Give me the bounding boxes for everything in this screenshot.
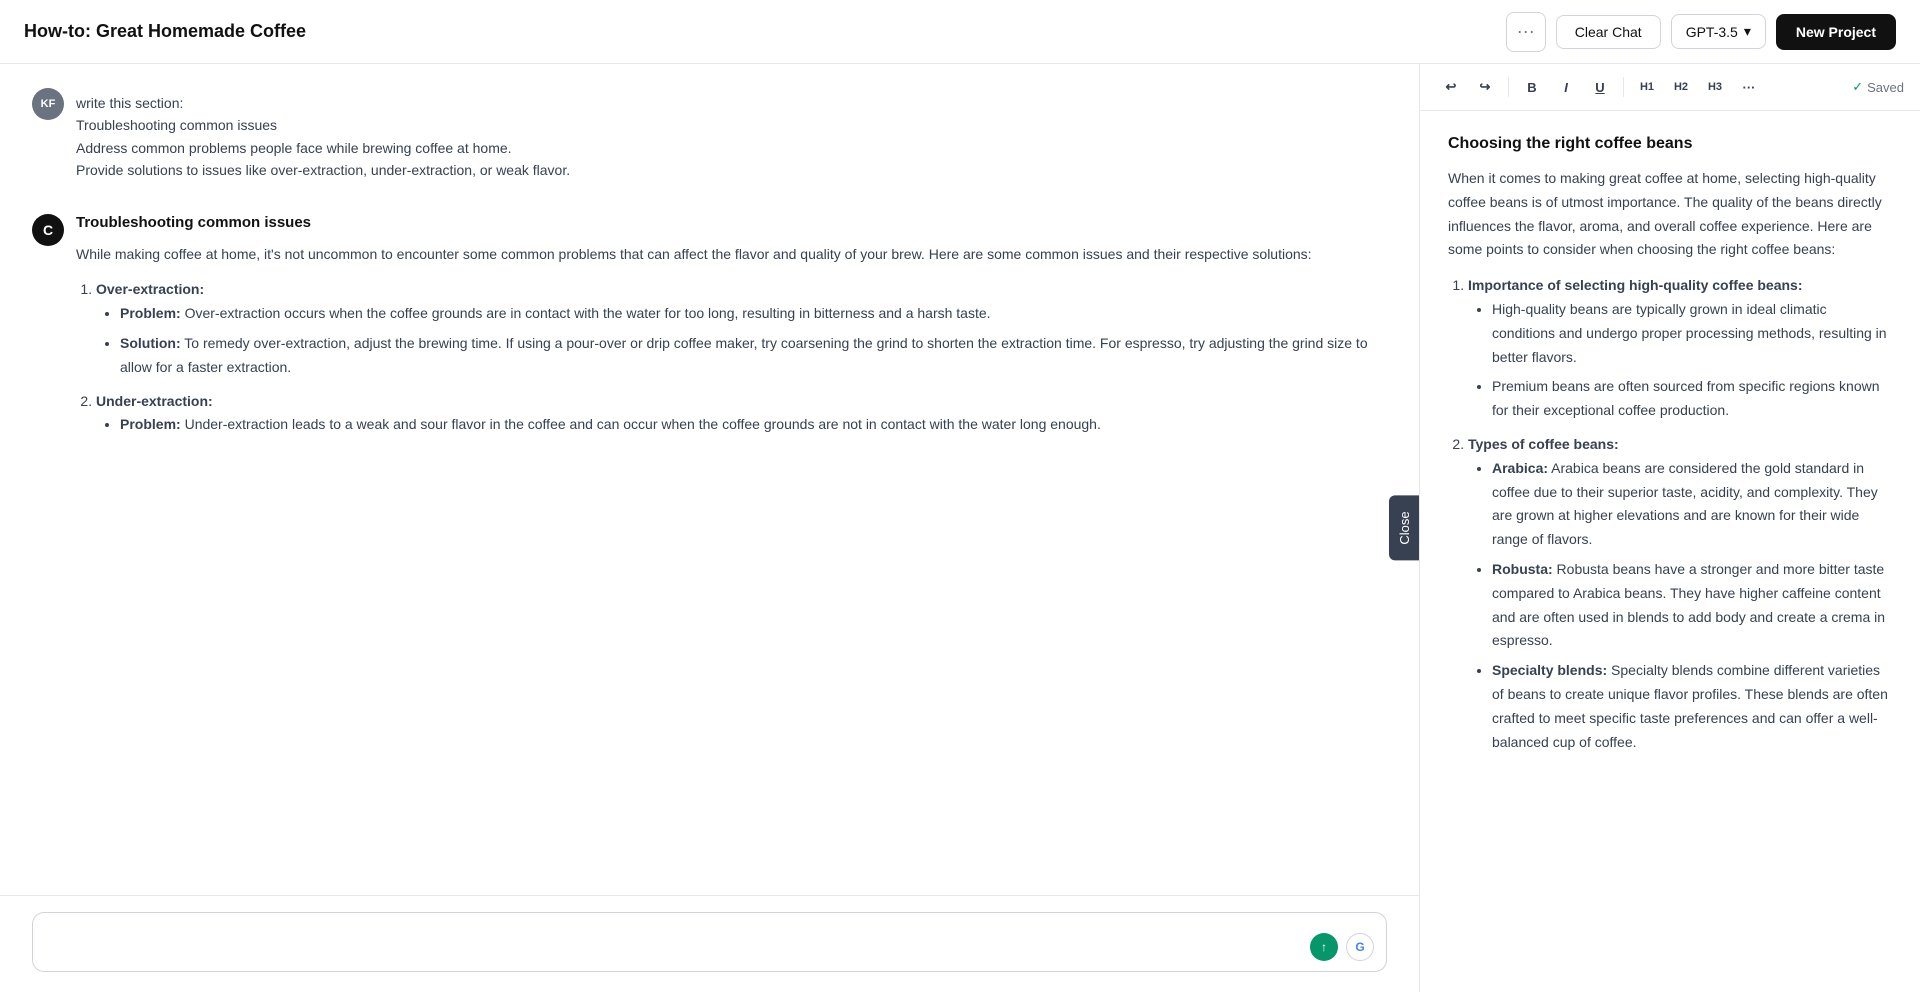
editor-bullets: High-quality beans are typically grown i… xyxy=(1468,298,1892,423)
h1-button[interactable]: H1 xyxy=(1632,72,1662,102)
chat-input-icons: ↑ G xyxy=(1310,933,1374,961)
list-heading: Under-extraction: xyxy=(96,393,213,409)
toolbar-separator xyxy=(1508,77,1509,97)
list-item: Under-extraction: Problem: Under-extract… xyxy=(96,390,1387,438)
saved-check-icon: ✓ xyxy=(1852,79,1863,95)
more-options-button[interactable]: ··· xyxy=(1506,12,1546,52)
header-actions: ··· Clear Chat GPT-3.5 ▾ New Project xyxy=(1506,12,1896,52)
list-heading: Over-extraction: xyxy=(96,281,204,297)
editor-panel: ↩ ↪ B I U H1 H2 H3 ··· ✓ Saved Choosing … xyxy=(1420,64,1920,992)
user-text: write this section: Troubleshooting comm… xyxy=(76,88,570,182)
g-icon: G xyxy=(1355,940,1364,954)
ai-section-title: Troubleshooting common issues xyxy=(76,214,1387,231)
saved-label: Saved xyxy=(1867,80,1904,95)
ai-avatar: C xyxy=(32,214,64,246)
section-heading: Importance of selecting high-quality cof… xyxy=(1468,277,1803,293)
ai-message: C Troubleshooting common issues While ma… xyxy=(32,214,1387,448)
redo-button[interactable]: ↪ xyxy=(1470,72,1500,102)
list-item: Over-extraction: Problem: Over-extractio… xyxy=(96,278,1387,379)
section-heading: Types of coffee beans: xyxy=(1468,436,1619,452)
chat-panel: KF write this section: Troubleshooting c… xyxy=(0,64,1420,992)
avatar: KF xyxy=(32,88,64,120)
under-extraction-list: Problem: Under-extraction leads to a wea… xyxy=(96,413,1387,437)
editor-section-item: Types of coffee beans: Arabica: Arabica … xyxy=(1468,433,1892,754)
h3-button[interactable]: H3 xyxy=(1700,72,1730,102)
close-tab-label: Close xyxy=(1397,511,1412,544)
close-panel-tab[interactable]: Close xyxy=(1389,495,1420,560)
editor-heading: Choosing the right coffee beans xyxy=(1448,135,1892,153)
chevron-down-icon: ▾ xyxy=(1744,23,1751,40)
new-project-button[interactable]: New Project xyxy=(1776,14,1896,50)
list-item: Specialty blends: Specialty blends combi… xyxy=(1492,659,1892,754)
list-item: Premium beans are often sourced from spe… xyxy=(1492,375,1892,423)
header: How-to: Great Homemade Coffee ··· Clear … xyxy=(0,0,1920,64)
google-icon-button[interactable]: G xyxy=(1346,933,1374,961)
undo-button[interactable]: ↩ xyxy=(1436,72,1466,102)
model-selector[interactable]: GPT-3.5 ▾ xyxy=(1671,14,1766,49)
chat-input-area: ↑ G xyxy=(0,895,1419,992)
bold-button[interactable]: B xyxy=(1517,72,1547,102)
ai-ordered-list: Over-extraction: Problem: Over-extractio… xyxy=(76,278,1387,437)
list-item: Problem: Under-extraction leads to a wea… xyxy=(120,413,1387,437)
user-message: KF write this section: Troubleshooting c… xyxy=(32,88,1387,182)
clear-chat-button[interactable]: Clear Chat xyxy=(1556,15,1661,49)
model-label: GPT-3.5 xyxy=(1686,24,1738,40)
list-item: Problem: Over-extraction occurs when the… xyxy=(120,302,1387,326)
editor-toolbar: ↩ ↪ B I U H1 H2 H3 ··· ✓ Saved xyxy=(1420,64,1920,111)
send-button[interactable]: ↑ xyxy=(1310,933,1338,961)
send-icon: ↑ xyxy=(1321,940,1327,954)
h2-button[interactable]: H2 xyxy=(1666,72,1696,102)
ai-intro: While making coffee at home, it's not un… xyxy=(76,243,1387,267)
underline-button[interactable]: U xyxy=(1585,72,1615,102)
list-item: Solution: To remedy over-extraction, adj… xyxy=(120,332,1387,380)
page-title: How-to: Great Homemade Coffee xyxy=(24,21,306,42)
list-item: Arabica: Arabica beans are considered th… xyxy=(1492,457,1892,552)
saved-status: ✓ Saved xyxy=(1852,79,1904,95)
editor-section-item: Importance of selecting high-quality cof… xyxy=(1468,274,1892,423)
toolbar-separator xyxy=(1623,77,1624,97)
editor-intro: When it comes to making great coffee at … xyxy=(1448,167,1892,262)
more-toolbar-button[interactable]: ··· xyxy=(1734,72,1764,102)
list-item: Robusta: Robusta beans have a stronger a… xyxy=(1492,558,1892,653)
italic-button[interactable]: I xyxy=(1551,72,1581,102)
over-extraction-list: Problem: Over-extraction occurs when the… xyxy=(96,302,1387,379)
editor-bullets: Arabica: Arabica beans are considered th… xyxy=(1468,457,1892,755)
ai-content: Troubleshooting common issues While maki… xyxy=(76,214,1387,448)
editor-sections-list: Importance of selecting high-quality cof… xyxy=(1448,274,1892,754)
main-layout: KF write this section: Troubleshooting c… xyxy=(0,64,1920,992)
editor-content: Choosing the right coffee beans When it … xyxy=(1420,111,1920,992)
chat-input-box[interactable]: ↑ G xyxy=(32,912,1387,972)
chat-messages: KF write this section: Troubleshooting c… xyxy=(0,64,1419,895)
list-item: High-quality beans are typically grown i… xyxy=(1492,298,1892,369)
